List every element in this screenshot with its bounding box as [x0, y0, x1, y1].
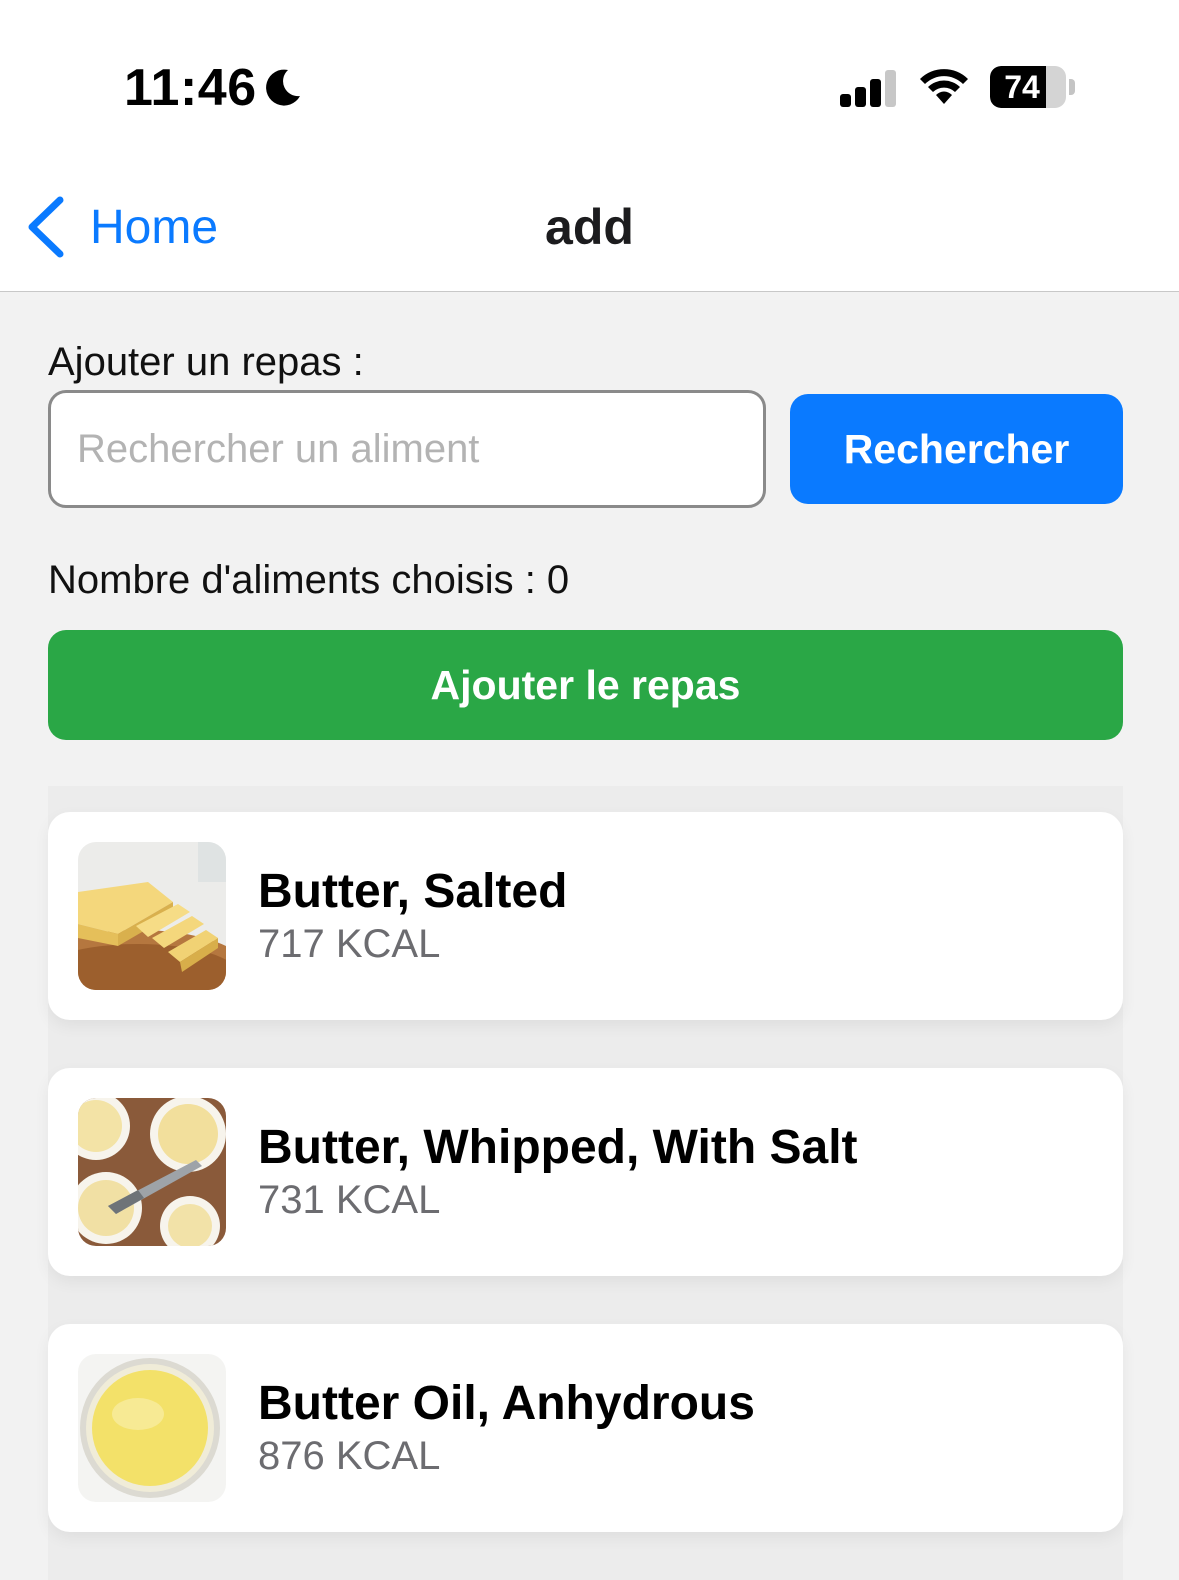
search-button[interactable]: Rechercher — [790, 394, 1123, 504]
food-name: Butter, Whipped, With Salt — [258, 1121, 858, 1174]
food-kcal: 731 KCAL — [258, 1178, 441, 1222]
food-card[interactable]: Butter, Salted 717 KCAL — [48, 812, 1123, 1020]
food-card[interactable]: Butter Oil, Anhydrous 876 KCAL — [48, 1324, 1123, 1532]
selected-count: Nombre d'aliments choisis : 0 — [48, 558, 570, 602]
battery-level: 74 — [1004, 69, 1040, 105]
whipped-butter-photo — [78, 1098, 226, 1246]
navigation-bar: Home add — [0, 170, 1179, 292]
wifi-icon — [920, 69, 968, 104]
food-card[interactable]: Butter, Whipped, With Salt 731 KCAL — [48, 1068, 1123, 1276]
status-bar: 11:46 74 — [0, 0, 1179, 170]
search-input[interactable] — [48, 390, 766, 508]
status-time: 11:46 — [124, 59, 257, 117]
battery-icon: 74 — [990, 66, 1076, 108]
food-kcal: 876 KCAL — [258, 1434, 441, 1478]
butter-oil-photo — [78, 1354, 226, 1502]
battery-cap — [1069, 79, 1075, 95]
food-kcal: 717 KCAL — [258, 922, 441, 966]
signal-icon — [840, 70, 896, 107]
page-title: add — [545, 199, 634, 255]
butter-sticks-photo — [78, 842, 226, 990]
food-name: Butter Oil, Anhydrous — [258, 1377, 755, 1430]
battery-body: 74 — [990, 66, 1066, 108]
moon-icon — [266, 69, 300, 106]
food-name: Butter, Salted — [258, 865, 568, 918]
section-label: Ajouter un repas : — [48, 340, 364, 384]
add-meal-button[interactable]: Ajouter le repas — [48, 630, 1123, 740]
